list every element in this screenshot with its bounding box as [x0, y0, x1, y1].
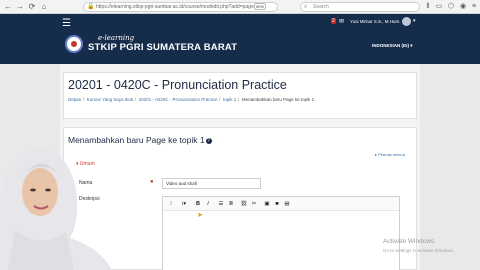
- description-editor[interactable]: ⁞ ı▾ B I ☰ ≣ ⛓ ✂ ▣ ■ ▤: [162, 196, 400, 270]
- activate-windows-title: Activate Windows: [383, 238, 435, 245]
- browser-search-placeholder: Search: [313, 4, 329, 10]
- zoom-level[interactable]: 90%: [254, 3, 266, 10]
- address-bar[interactable]: 🔒 https://elearning.stkip-pgri-sumbar.ac…: [83, 2, 278, 12]
- editor-toolbar: ⁞ ı▾ B I ☰ ≣ ⛓ ✂ ▣ ■ ▤: [163, 197, 399, 211]
- help-icon[interactable]: ?: [205, 137, 212, 144]
- chevron-down-icon[interactable]: ▾: [413, 18, 416, 24]
- name-input[interactable]: [162, 178, 261, 189]
- language-selector[interactable]: INDONESIAN (ID) ▾: [372, 43, 413, 49]
- font-style-icon[interactable]: ı▾: [180, 200, 188, 208]
- back-icon[interactable]: ←: [3, 2, 13, 12]
- extension-icon[interactable]: ⬡: [446, 2, 456, 12]
- breadcrumb-home[interactable]: Depan: [68, 97, 81, 102]
- editor-text-area[interactable]: [163, 211, 399, 270]
- browser-toolbar: ← → ⟳ ⌂ 🔒 https://elearning.stkip-pgri-s…: [0, 0, 480, 14]
- breadcrumb-my-courses[interactable]: Kursus Yang Saya Ikuti: [87, 97, 133, 102]
- page-title: 20201 - 0420C - Pronunciation Practice: [68, 78, 287, 92]
- image-icon[interactable]: ▣: [263, 200, 271, 208]
- numbered-list-icon[interactable]: ≣: [227, 200, 235, 208]
- site-navbar: ☰ 2 ✉ Yusi Mirnar S.S., M.Hum. ▾ e-learn…: [0, 14, 480, 64]
- reload-icon[interactable]: ⟳: [27, 2, 37, 12]
- account-icon[interactable]: ◉: [458, 2, 468, 12]
- required-icon: ●: [150, 179, 154, 185]
- sidebar-icon[interactable]: ▭: [434, 2, 444, 12]
- page-header: 20201 - 0420C - Pronunciation Practice D…: [63, 72, 417, 119]
- menu-icon[interactable]: ≡: [469, 2, 479, 12]
- mouse-cursor-icon: ➤: [197, 212, 203, 219]
- breadcrumb-current: Menambahkan baru Page ke topik 1: [241, 97, 315, 102]
- breadcrumb-topic[interactable]: topik 1: [223, 97, 236, 102]
- bullet-list-icon[interactable]: ☰: [217, 200, 225, 208]
- breadcrumb: Depan / Kursus Yang Saya Ikuti/ 20201 - 0…: [68, 97, 315, 102]
- presenter-webcam: [0, 140, 120, 270]
- link-icon[interactable]: ⛓: [240, 200, 248, 208]
- breadcrumb-course[interactable]: 20201 - 0420C - Pronunciation Practice: [139, 97, 218, 102]
- college-logo[interactable]: [65, 35, 83, 53]
- message-icon[interactable]: ✉: [339, 18, 344, 25]
- unlink-icon[interactable]: ✂: [250, 200, 258, 208]
- url-text: https://elearning.stkip-pgri-sumbar.ac.i…: [96, 4, 254, 10]
- paragraph-style-icon[interactable]: ⁞: [167, 200, 175, 208]
- logo-script-text: e-learning: [98, 34, 135, 42]
- forward-icon[interactable]: →: [15, 2, 25, 12]
- home-icon[interactable]: ⌂: [39, 2, 49, 12]
- bold-icon[interactable]: B: [194, 200, 202, 208]
- presenter-image: [0, 148, 112, 270]
- media-icon[interactable]: ■: [273, 200, 281, 208]
- italic-icon[interactable]: I: [204, 200, 212, 208]
- activate-windows-subtitle: Go to Settings to activate Windows.: [383, 248, 455, 253]
- notification-badge[interactable]: 2: [331, 18, 336, 24]
- page: ← → ⟳ ⌂ 🔒 https://elearning.stkip-pgri-s…: [0, 0, 480, 270]
- user-name[interactable]: Yusi Mirnar S.S., M.Hum.: [350, 19, 401, 24]
- logo-text[interactable]: STKIP PGRI SUMATERA BARAT: [88, 42, 237, 53]
- avatar[interactable]: [402, 17, 411, 26]
- search-icon: ⌕: [304, 4, 308, 10]
- expand-all-link[interactable]: ▸ Perluas semua: [375, 152, 405, 157]
- browser-search-input[interactable]: ⌕ Search: [300, 2, 420, 12]
- hamburger-menu-icon[interactable]: ☰: [62, 18, 71, 29]
- file-icon[interactable]: ▤: [283, 200, 291, 208]
- library-icon[interactable]: ⫴: [423, 2, 433, 12]
- lock-icon: 🔒: [87, 4, 95, 10]
